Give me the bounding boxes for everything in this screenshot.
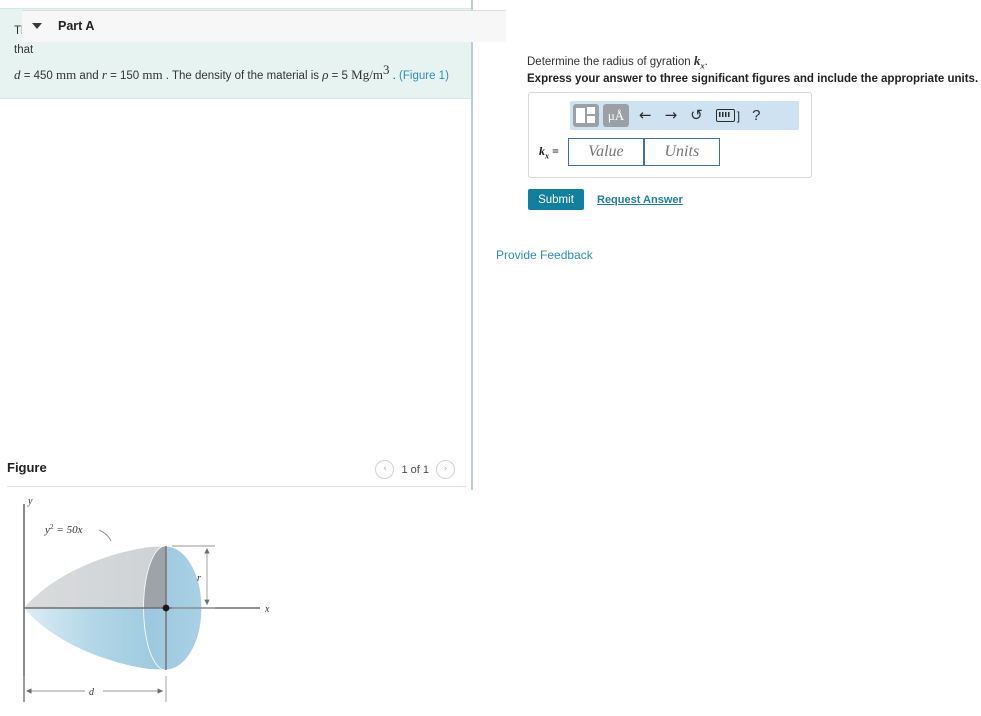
left-pane: The paraboloid is formed by revolving th… <box>0 0 473 716</box>
answer-widget: μÅ ← → ↺ ] ? kx = <box>528 92 812 178</box>
chevron-down-icon[interactable] <box>32 23 42 29</box>
figure-divider <box>7 486 466 487</box>
redo-icon[interactable]: → <box>665 108 678 123</box>
help-icon[interactable]: ? <box>752 107 760 124</box>
unit-r: mm <box>142 67 163 83</box>
part-a-header[interactable]: Part A <box>22 10 506 42</box>
equation-leader-line <box>98 529 112 542</box>
reset-icon[interactable]: ↺ <box>690 108 703 123</box>
units-icon[interactable]: μÅ <box>603 104 629 127</box>
figure-next-button[interactable]: › <box>436 460 455 479</box>
curve-equation: y2 = 50x <box>44 522 83 536</box>
answer-label: kx = <box>539 143 559 161</box>
question-symbol: kx <box>693 53 705 71</box>
undo-icon[interactable]: ← <box>639 108 652 123</box>
provide-feedback-link[interactable]: Provide Feedback <box>496 248 593 262</box>
part-a-title: Part A <box>58 19 95 33</box>
request-answer-link[interactable]: Request Answer <box>597 194 683 206</box>
figure-diagram: y x y2 = 50x r d <box>0 490 473 716</box>
question-text-lead: Determine the radius of gyration <box>527 56 694 68</box>
value-r: = 150 <box>106 70 143 83</box>
figure-prev-button[interactable]: ‹ <box>375 460 395 479</box>
keyboard-icon[interactable] <box>715 109 735 122</box>
figure-page-label: 1 of 1 <box>401 463 429 476</box>
r-dimension-label: r <box>197 573 201 584</box>
answer-input-row: kx = <box>539 138 720 166</box>
figure-pager: ‹ 1 of 1 › <box>375 460 455 479</box>
bracket-icon: ] <box>736 108 741 123</box>
figure-title: Figure <box>7 460 47 475</box>
value-rho: = 5 <box>328 70 352 83</box>
unit-rho: Mg/m <box>351 67 383 83</box>
density-phrase: . The density of the material is <box>162 70 323 83</box>
answer-instruction: Express your answer to three significant… <box>527 73 979 85</box>
origin-point <box>162 604 170 612</box>
template-icon[interactable] <box>573 104 599 127</box>
unit-d: mm <box>56 67 77 83</box>
figure-header: Figure ‹ 1 of 1 › <box>0 458 473 488</box>
y-axis-label: y <box>27 496 33 507</box>
exercise-page: The paraboloid is formed by revolving th… <box>0 0 981 716</box>
paraboloid-svg: y x y2 = 50x r d <box>23 496 270 702</box>
x-axis-label: x <box>264 604 270 615</box>
period-spacer: . <box>389 70 400 83</box>
question-period: . <box>704 56 708 68</box>
conjunction: and <box>76 70 102 83</box>
answer-toolbar: μÅ ← → ↺ ] ? <box>570 101 799 130</box>
value-input[interactable] <box>567 138 644 166</box>
value-d: = 450 <box>20 70 56 83</box>
units-input[interactable] <box>643 138 720 166</box>
submit-button[interactable]: Submit <box>528 189 584 210</box>
d-label-bg <box>85 683 103 698</box>
question-prompt: Determine the radius of gyration kx. <box>527 53 708 71</box>
figure-link[interactable]: (Figure 1) <box>399 70 449 82</box>
